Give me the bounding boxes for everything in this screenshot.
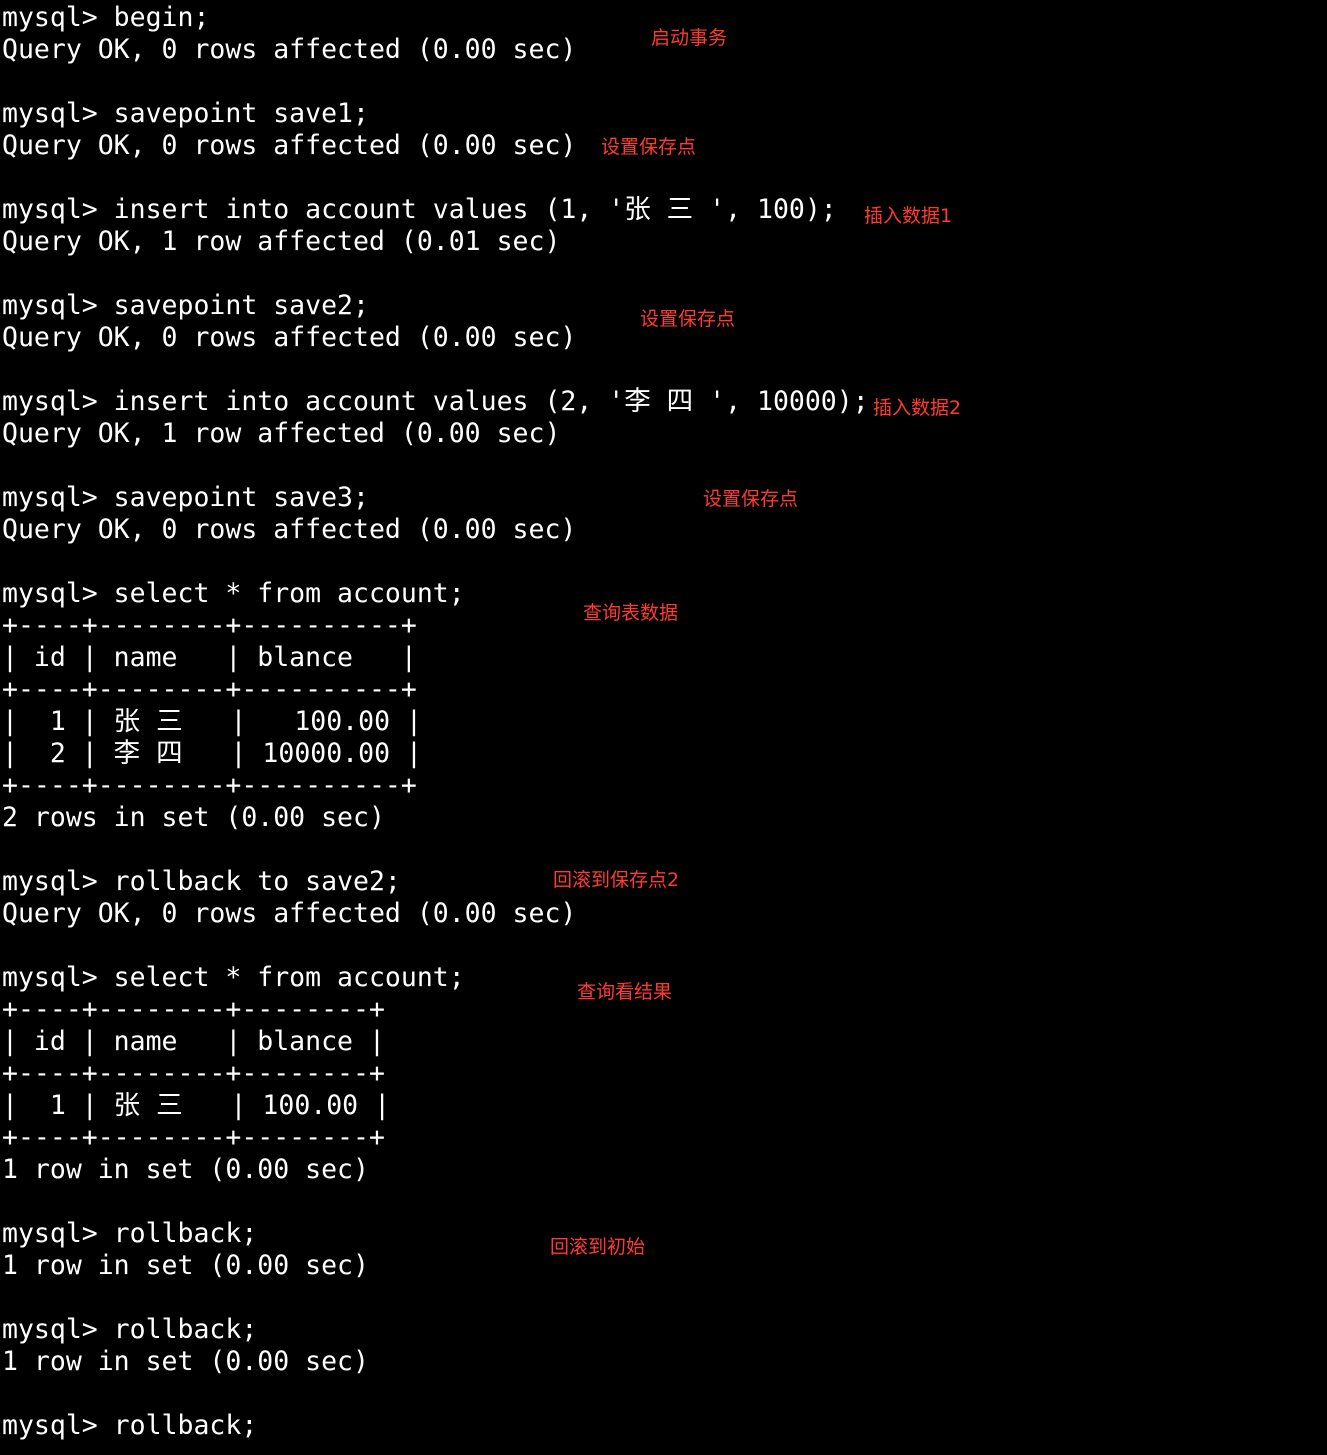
terminal-line-prompt: mysql> savepoint save1; bbox=[2, 98, 369, 129]
result-table-row: | 1 | 张 三 | 100.00 | bbox=[2, 1090, 391, 1121]
annotation-rollback-initial: 回滚到初始 bbox=[550, 1236, 646, 1258]
terminal-line-prompt: mysql> rollback; bbox=[2, 1410, 258, 1441]
terminal-line-prompt: mysql> select * from account; bbox=[2, 578, 465, 609]
terminal-line-prompt: mysql> insert into account values (2, '李… bbox=[2, 386, 869, 417]
terminal-line-prompt: mysql> insert into account values (1, '张… bbox=[2, 194, 837, 225]
terminal-line-prompt: mysql> rollback to save2; bbox=[2, 866, 401, 897]
terminal-line-output: 1 row in set (0.00 sec) bbox=[2, 1154, 369, 1185]
terminal-line-output: 1 row in set (0.00 sec) bbox=[2, 1346, 369, 1377]
result-table-border: +----+--------+----------+ bbox=[2, 610, 417, 641]
terminal-line-prompt: mysql> begin; bbox=[2, 2, 210, 33]
result-table-border: +----+--------+----------+ bbox=[2, 770, 417, 801]
terminal-line-output: Query OK, 1 row affected (0.00 sec) bbox=[2, 418, 561, 449]
annotation-insert-data-1: 插入数据1 bbox=[864, 205, 953, 227]
terminal-line-prompt: mysql> select * from account; bbox=[2, 962, 465, 993]
result-table-header: | id | name | blance | bbox=[2, 1026, 385, 1057]
annotation-query-result: 查询看结果 bbox=[577, 981, 673, 1003]
result-table-row: | 2 | 李 四 | 10000.00 | bbox=[2, 738, 422, 769]
annotation-query-table: 查询表数据 bbox=[583, 602, 679, 624]
terminal-line-prompt: mysql> rollback; bbox=[2, 1218, 258, 1249]
annotation-rollback-to-save2: 回滚到保存点2 bbox=[553, 869, 680, 891]
terminal-line-prompt: mysql> savepoint save3; bbox=[2, 482, 369, 513]
terminal-line-output: 1 row in set (0.00 sec) bbox=[2, 1250, 369, 1281]
terminal-line-output: Query OK, 1 row affected (0.01 sec) bbox=[2, 226, 561, 257]
terminal-line-prompt: mysql> savepoint save2; bbox=[2, 290, 369, 321]
annotation-set-savepoint: 设置保存点 bbox=[640, 308, 736, 330]
terminal-line-output: Query OK, 0 rows affected (0.00 sec) bbox=[2, 130, 577, 161]
result-table-row: | 1 | 张 三 | 100.00 | bbox=[2, 706, 422, 737]
terminal-line-output: Query OK, 0 rows affected (0.00 sec) bbox=[2, 322, 577, 353]
result-table-border: +----+--------+--------+ bbox=[2, 1058, 385, 1089]
annotation-set-savepoint: 设置保存点 bbox=[703, 488, 799, 510]
result-table-border: +----+--------+----------+ bbox=[2, 674, 417, 705]
terminal-line-output: 2 rows in set (0.00 sec) bbox=[2, 802, 385, 833]
terminal-line-output: Query OK, 0 rows affected (0.00 sec) bbox=[2, 514, 577, 545]
terminal-line-output: Query OK, 0 rows affected (0.00 sec) bbox=[2, 898, 577, 929]
result-table-border: +----+--------+--------+ bbox=[2, 1122, 385, 1153]
result-table-header: | id | name | blance | bbox=[2, 642, 417, 673]
annotation-begin-transaction: 启动事务 bbox=[651, 27, 728, 49]
annotation-insert-data-2: 插入数据2 bbox=[873, 397, 962, 419]
annotation-set-savepoint: 设置保存点 bbox=[601, 136, 697, 158]
terminal-line-output: Query OK, 0 rows affected (0.00 sec) bbox=[2, 34, 577, 65]
terminal-line-prompt: mysql> rollback; bbox=[2, 1314, 258, 1345]
result-table-border: +----+--------+--------+ bbox=[2, 994, 385, 1025]
terminal-output[interactable]: mysql> begin; Query OK, 0 rows affected … bbox=[2, 0, 1322, 1455]
